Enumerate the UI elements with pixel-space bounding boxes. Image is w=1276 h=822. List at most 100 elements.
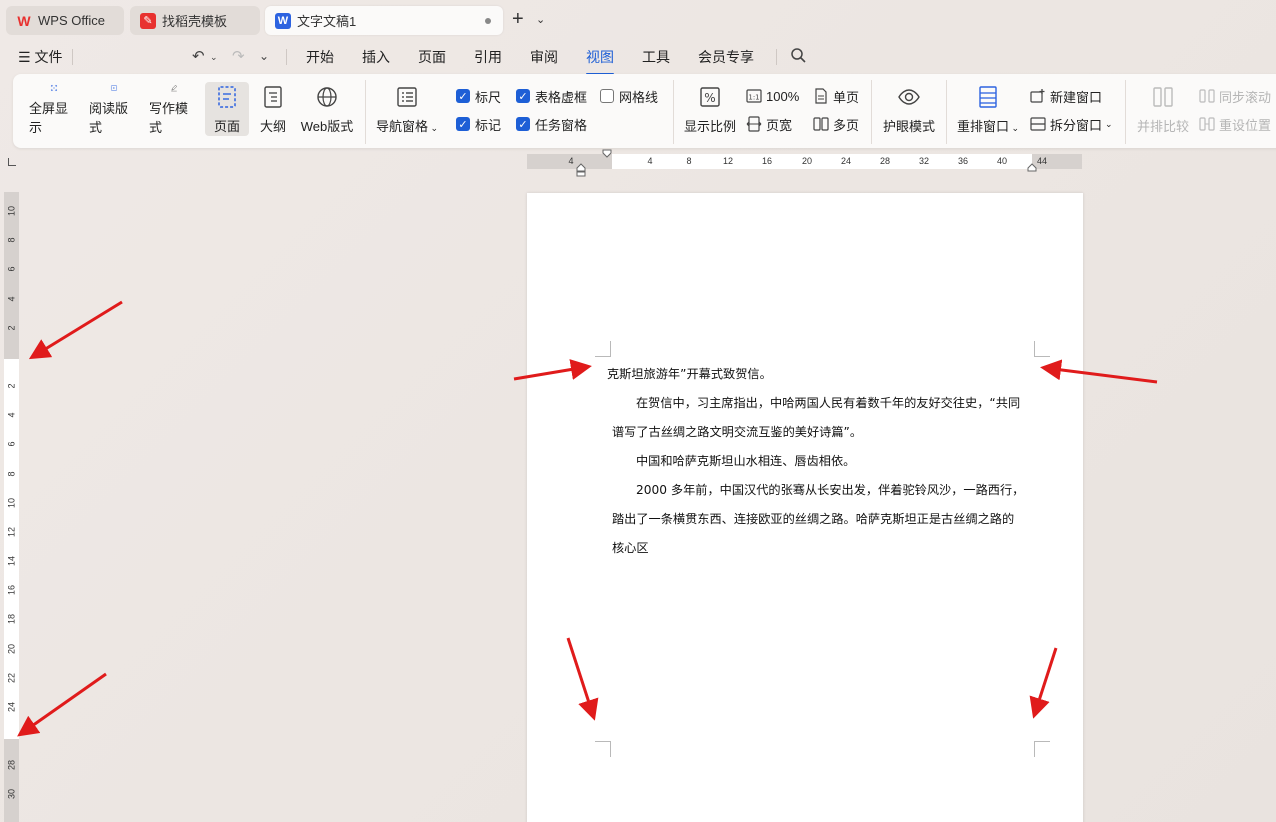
menu-divider [72,49,73,65]
file-menu[interactable]: ☰ 文件 [18,47,62,67]
first-line-indent-marker-icon[interactable] [602,149,612,158]
ruler-tick-label: 14 [6,556,17,567]
tab-docer[interactable]: ✎ 找稻壳模板 [130,6,260,35]
ruler-tick-label: 18 [6,614,17,625]
menu-divider [776,49,777,65]
dropdown-chevron-icon: ⌄ [1008,123,1020,133]
document-page[interactable]: ⠿ 克斯坦旅游年”开幕式致贺信。 在贺信中，习主席指出，中哈两国人民有着数千年的… [527,193,1083,822]
page-layout-button[interactable]: 页面 [205,82,249,136]
ruler-tick-label: 32 [918,156,930,166]
zoom-button[interactable]: % 显示比例 [681,82,739,136]
search-icon[interactable] [790,47,807,64]
margin-corner-mark [1034,741,1050,757]
side-by-side-button[interactable]: 并排比较 [1135,82,1191,136]
svg-text:%: % [704,91,715,105]
redo-icon[interactable]: ↷ [232,47,245,65]
table-gridlines-checkbox[interactable]: ✓ 表格虚框 [516,86,587,106]
tab-label: WPS Office [38,13,105,28]
new-window-button[interactable]: 新建窗口 [1030,86,1102,106]
nav-pane-button[interactable]: 导航窗格 ⌄ [375,82,439,136]
document-line[interactable]: 核心区 [612,538,649,556]
ruler-corner-icon[interactable] [8,158,16,166]
horizontal-ruler[interactable]: 4 4 8 12 16 20 24 28 32 36 40 44 [527,149,1082,177]
writing-mode-button[interactable]: 写作模式 [149,82,199,136]
outline-icon [264,86,282,108]
document-line[interactable]: 谱写了古丝绸之路文明交流互鉴的美好诗篇”。 [612,422,862,440]
task-pane-checkbox[interactable]: ✓ 任务窗格 [516,114,587,134]
fullscreen-button[interactable]: 全屏显示 [29,82,79,136]
eye-icon [898,89,920,105]
menu-tools[interactable]: 工具 [642,47,670,67]
menu-review[interactable]: 审阅 [530,47,558,67]
quick-access-more-chevron-icon[interactable]: ⌄ [259,49,269,63]
svg-text:1:1: 1:1 [748,94,759,102]
fullscreen-icon [50,84,58,92]
ruler-checkbox[interactable]: ✓ 标尺 [456,86,501,106]
menu-home[interactable]: 开始 [306,47,334,67]
reading-layout-button[interactable]: 阅读版式 [89,82,139,136]
tab-list-chevron-icon[interactable]: ⌄ [536,13,545,26]
sync-scroll-button[interactable]: 同步滚动 [1199,86,1271,106]
ruler-tick-label: 44 [1036,156,1048,166]
single-page-button[interactable]: 单页 [813,86,859,106]
marks-checkbox[interactable]: ✓ 标记 [456,114,501,134]
reset-position-button[interactable]: 重设位置 [1199,114,1271,134]
menu-insert[interactable]: 插入 [362,47,390,67]
hamburger-icon: ☰ [18,49,35,65]
paragraph-drag-handle-icon[interactable]: ⠿ [573,367,580,378]
undo-icon[interactable]: ↶ [192,47,205,65]
docer-icon: ✎ [140,12,156,29]
document-line[interactable]: 中国和哈萨克斯坦山水相连、唇齿相依。 [636,451,855,469]
document-line[interactable]: 在贺信中，习主席指出，中哈两国人民有着数千年的友好交往史，“共同 [636,393,1020,411]
right-indent-marker-icon[interactable] [1027,163,1037,172]
tab-bar: W WPS Office ✎ 找稻壳模板 W 文字文稿1 + ⌄ [0,0,1276,40]
document-line[interactable]: 2000 多年前，中国汉代的张骞从长安出发，伴着驼铃风沙，一路西行， [636,480,1024,498]
vertical-ruler[interactable]: 10 8 6 4 2 2 4 6 8 10 12 14 16 18 20 22 … [4,192,19,822]
zoom-percent-icon: % [700,87,720,107]
checkbox-checked-icon: ✓ [516,89,530,103]
ruler-text-area [612,154,1032,169]
ribbon-divider [673,80,674,144]
web-layout-button[interactable]: Web版式 [299,82,355,136]
page-width-icon [746,116,762,132]
reading-icon [111,85,117,91]
arrange-windows-button[interactable]: 重排窗口 ⌄ [955,82,1021,136]
page-width-button[interactable]: 页宽 [746,114,792,134]
margin-corner-mark [595,341,611,357]
document-line[interactable]: 踏出了一条横贯东西、连接欧亚的丝绸之路。哈萨克斯坦正是古丝绸之路的 [612,509,1014,527]
ruler-tick-label: 24 [840,156,852,166]
multi-page-button[interactable]: 多页 [813,114,859,134]
menu-view[interactable]: 视图 [586,47,614,75]
undo-dropdown-chevron-icon[interactable]: ⌄ [210,52,218,63]
left-indent-marker-icon[interactable] [576,163,586,177]
ruler-tick-label: 12 [722,156,734,166]
menu-page[interactable]: 页面 [418,47,446,67]
eye-mode-button[interactable]: 护眼模式 [879,82,939,136]
page-view-icon [218,86,236,108]
menu-references[interactable]: 引用 [474,47,502,67]
tab-wps-office[interactable]: W WPS Office [6,6,124,35]
dropdown-chevron-icon: ⌄ [1105,118,1113,129]
menu-bar: ☰ 文件 ↶ ⌄ ↷ ⌄ 开始 插入 页面 引用 审阅 视图 工具 会员专享 [0,40,1276,103]
ruler-tick-label: 20 [6,644,17,655]
new-tab-plus-icon[interactable]: + [512,8,524,31]
gridlines-checkbox[interactable]: 网格线 [600,86,658,106]
ruler-tick-label: 2 [6,325,17,331]
ruler-tick-label: 16 [6,585,17,596]
ruler-tick-label: 20 [801,156,813,166]
ruler-tick-label: 28 [6,760,17,771]
new-window-icon [1030,89,1045,103]
menu-member[interactable]: 会员专享 [698,47,754,67]
ruler-tick-label: 10 [6,206,17,217]
dropdown-chevron-icon: ⌄ [427,123,439,133]
ruler-tick-label: 24 [6,702,17,713]
tab-document[interactable]: W 文字文稿1 [265,6,503,35]
checkbox-checked-icon: ✓ [456,117,470,131]
ruler-tick-label: 36 [957,156,969,166]
split-window-button[interactable]: 拆分窗口 ⌄ [1030,114,1113,134]
ruler-tick-label: 8 [6,237,17,243]
document-line[interactable]: 克斯坦旅游年”开幕式致贺信。 [607,364,772,382]
margin-corner-mark [1034,341,1050,357]
zoom-100-button[interactable]: 1:1 100% [746,86,799,106]
outline-button[interactable]: 大纲 [253,82,293,136]
